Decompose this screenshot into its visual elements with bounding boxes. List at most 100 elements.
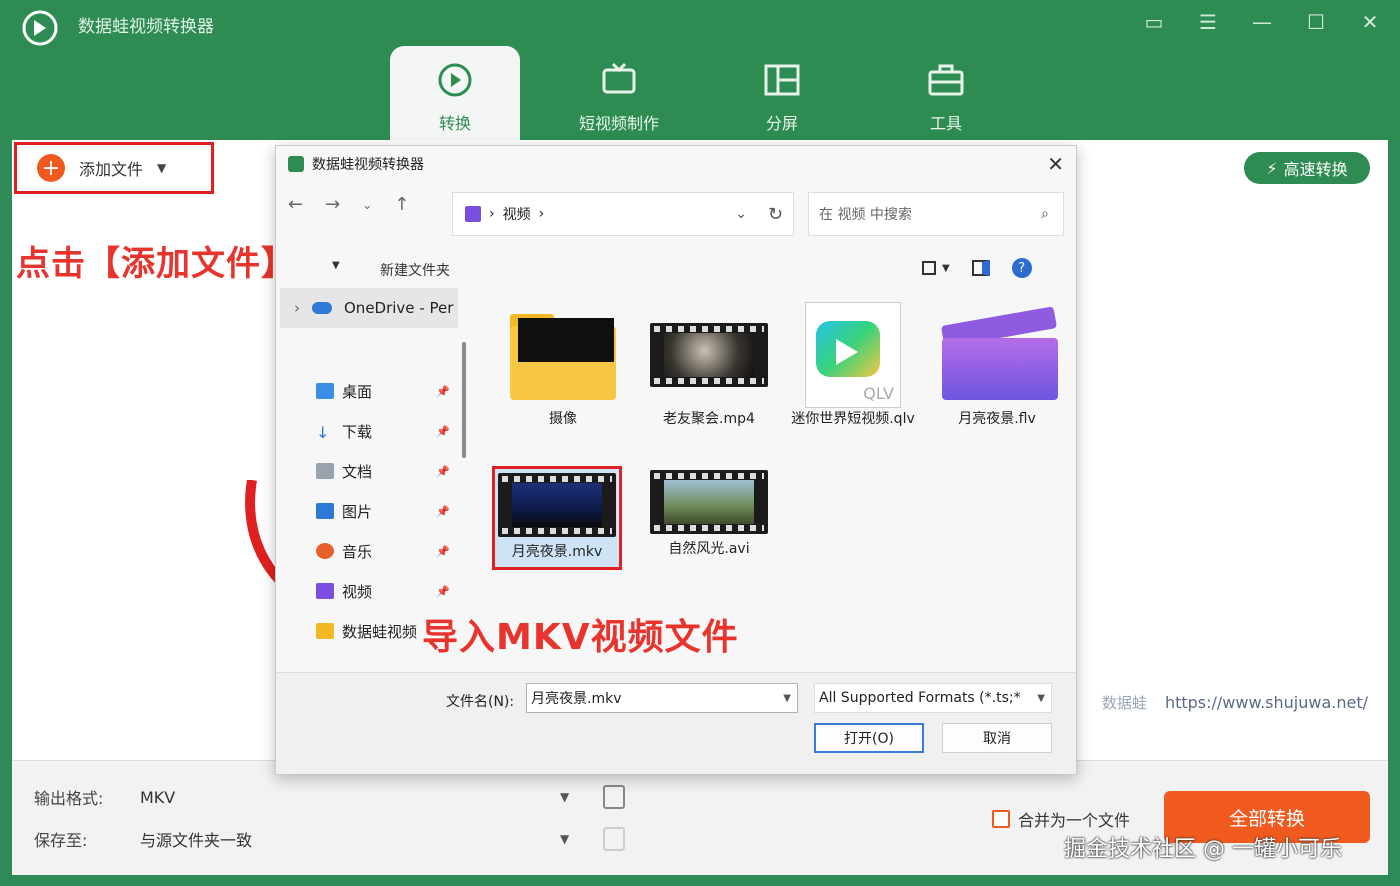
convert-icon — [438, 63, 472, 97]
credit-watermark: 掘金技术社区 @ 一罐小可乐 — [1064, 837, 1342, 862]
merge-checkbox[interactable]: 合并为一个文件 — [992, 807, 1130, 831]
close-icon[interactable]: ✕ — [1047, 152, 1064, 176]
view-mode-icon[interactable] — [922, 261, 936, 275]
main-nav: 转换 短视频制作 分屏 工具 — [390, 46, 1046, 140]
format-settings-icon[interactable] — [603, 785, 626, 809]
save-to-select[interactable]: 与源文件夹一致 — [140, 827, 560, 851]
chevron-down-icon[interactable]: ⌄ — [735, 206, 747, 222]
pin-icon: 📌 — [436, 504, 450, 518]
folder-icon — [316, 623, 334, 639]
sidebar-item-music[interactable]: 音乐 📌 — [316, 536, 450, 566]
feedback-icon[interactable]: ▭ — [1138, 8, 1170, 36]
output-format-select[interactable]: MKV — [140, 788, 560, 807]
preview-pane-icon[interactable] — [971, 260, 990, 276]
chevron-down-icon[interactable]: ▼ — [157, 161, 166, 175]
chevron-down-icon[interactable]: ▼ — [1037, 693, 1045, 704]
tab-short-video[interactable]: 短视频制作 — [520, 46, 718, 140]
bottom-bar: 输出格式: MKV ▼ 保存至: 与源文件夹一致 ▼ 合并为一个文件 全部转换 … — [12, 760, 1388, 875]
breadcrumb[interactable]: 视频 — [503, 204, 531, 224]
pin-icon: 📌 — [436, 544, 450, 558]
help-icon[interactable]: ? — [1011, 258, 1032, 278]
maximize-button[interactable]: ☐ — [1300, 8, 1332, 36]
document-icon — [316, 463, 334, 479]
sidebar-item-onedrive[interactable]: › OneDrive - Per — [280, 288, 458, 328]
lightning-icon: ⚡ — [1266, 158, 1278, 178]
search-input[interactable]: 在 视频 中搜索 ⌕ — [808, 192, 1064, 236]
plus-icon: + — [37, 154, 65, 182]
add-file-button[interactable]: + 添加文件 ▼ — [14, 142, 214, 194]
scrollbar[interactable] — [462, 342, 466, 458]
desktop-icon — [316, 383, 334, 399]
back-icon[interactable]: ← — [288, 194, 303, 215]
chevron-down-icon[interactable]: ⌄ — [362, 198, 372, 212]
up-icon[interactable]: ↑ — [394, 194, 409, 215]
open-file-dialog: 数据蛙视频转换器 ✕ ← → ⌄ ↑ › 视频 › ⌄ ↻ 在 视频 中搜索 ⌕… — [275, 145, 1077, 775]
tv-icon — [602, 62, 636, 94]
pictures-icon — [316, 503, 334, 519]
open-button[interactable]: 打开(O) — [814, 723, 924, 753]
chevron-right-icon[interactable]: › — [294, 299, 300, 317]
video-thumbnail — [498, 473, 616, 537]
tab-convert[interactable]: 转换 — [390, 46, 520, 140]
file-item-qlv[interactable]: QLV 迷你世界短视频.qlv — [788, 302, 918, 428]
new-folder-button[interactable]: 新建文件夹 — [380, 260, 450, 280]
cloud-icon — [312, 302, 332, 314]
music-icon — [316, 543, 334, 559]
file-item-mkv[interactable]: 月亮夜景.mkv — [492, 466, 622, 570]
file-grid: 摄像 老友聚会.mp4 QLV 迷你世界短视频.qlv 月亮夜景.flv 月亮夜… — [486, 296, 1066, 626]
app-logo-icon — [288, 156, 304, 172]
chevron-down-icon[interactable]: ▼ — [942, 263, 950, 274]
video-thumbnail — [650, 323, 768, 387]
high-speed-button[interactable]: ⚡ 高速转换 — [1244, 152, 1370, 184]
watermark-url: https://www.shujuwa.net/ — [1164, 693, 1368, 712]
pin-icon: 📌 — [436, 384, 450, 398]
filetype-select[interactable]: All Supported Formats (*.ts;* ▼ — [814, 683, 1052, 713]
pin-icon: 📌 — [436, 584, 450, 598]
split-screen-icon — [764, 64, 800, 96]
tab-split-screen[interactable]: 分屏 — [718, 46, 846, 140]
save-to-label: 保存至: — [34, 831, 88, 850]
video-folder-icon — [465, 206, 481, 222]
close-button[interactable]: ✕ — [1354, 8, 1386, 36]
cancel-button[interactable]: 取消 — [942, 723, 1052, 753]
video-thumbnail — [650, 470, 768, 534]
folder-icon[interactable] — [603, 827, 626, 851]
dialog-footer: 文件名(N): 月亮夜景.mkv ▼ All Supported Formats… — [276, 672, 1076, 774]
file-item-mp4[interactable]: 老友聚会.mp4 — [644, 302, 774, 428]
pin-icon: 📌 — [436, 464, 450, 478]
chevron-down-icon[interactable]: ▼ — [560, 790, 569, 804]
checkbox-icon[interactable] — [992, 810, 1010, 828]
clapper-icon — [938, 306, 1058, 402]
sidebar-item-desktop[interactable]: 桌面 📌 — [316, 376, 450, 406]
sidebar-item-videos[interactable]: 视频 📌 — [316, 576, 450, 606]
file-item-folder[interactable]: 摄像 — [498, 302, 628, 428]
file-item-flv[interactable]: 月亮夜景.flv — [932, 302, 1062, 428]
output-format-label: 输出格式: — [34, 789, 104, 808]
menu-icon[interactable]: ☰ — [1192, 8, 1224, 36]
toolbox-icon — [928, 64, 964, 96]
file-item-avi[interactable]: 自然风光.avi — [644, 466, 774, 558]
sidebar-item-pictures[interactable]: 图片 📌 — [316, 496, 450, 526]
filename-label: 文件名(N): — [446, 694, 515, 710]
chevron-down-icon[interactable]: ▼ — [560, 832, 569, 846]
refresh-icon[interactable]: ↻ — [768, 204, 783, 225]
app-logo-icon — [22, 10, 58, 46]
tab-tools[interactable]: 工具 — [846, 46, 1046, 140]
chevron-down-icon[interactable]: ▼ — [783, 693, 791, 704]
organize-dropdown[interactable]: ▼ — [332, 260, 340, 271]
app-title: 数据蛙视频转换器 — [78, 17, 214, 37]
search-icon: ⌕ — [1041, 206, 1049, 222]
address-bar[interactable]: › 视频 › ⌄ ↻ — [452, 192, 794, 236]
pin-icon: 📌 — [436, 424, 450, 438]
sidebar-item-downloads[interactable]: ↓ 下载 📌 — [316, 416, 450, 446]
annotation-import-mkv: 导入MKV视频文件 — [422, 617, 739, 658]
video-icon — [316, 583, 334, 599]
filename-input[interactable]: 月亮夜景.mkv ▼ — [526, 683, 798, 713]
minimize-button[interactable]: — — [1246, 8, 1278, 36]
annotation-click-add: 点击【添加文件】 — [16, 244, 296, 284]
dialog-title-bar: 数据蛙视频转换器 — [276, 146, 1076, 182]
qlv-file-icon: QLV — [805, 302, 901, 408]
forward-icon[interactable]: → — [325, 194, 340, 215]
download-icon: ↓ — [316, 423, 330, 442]
sidebar-item-documents[interactable]: 文档 📌 — [316, 456, 450, 486]
